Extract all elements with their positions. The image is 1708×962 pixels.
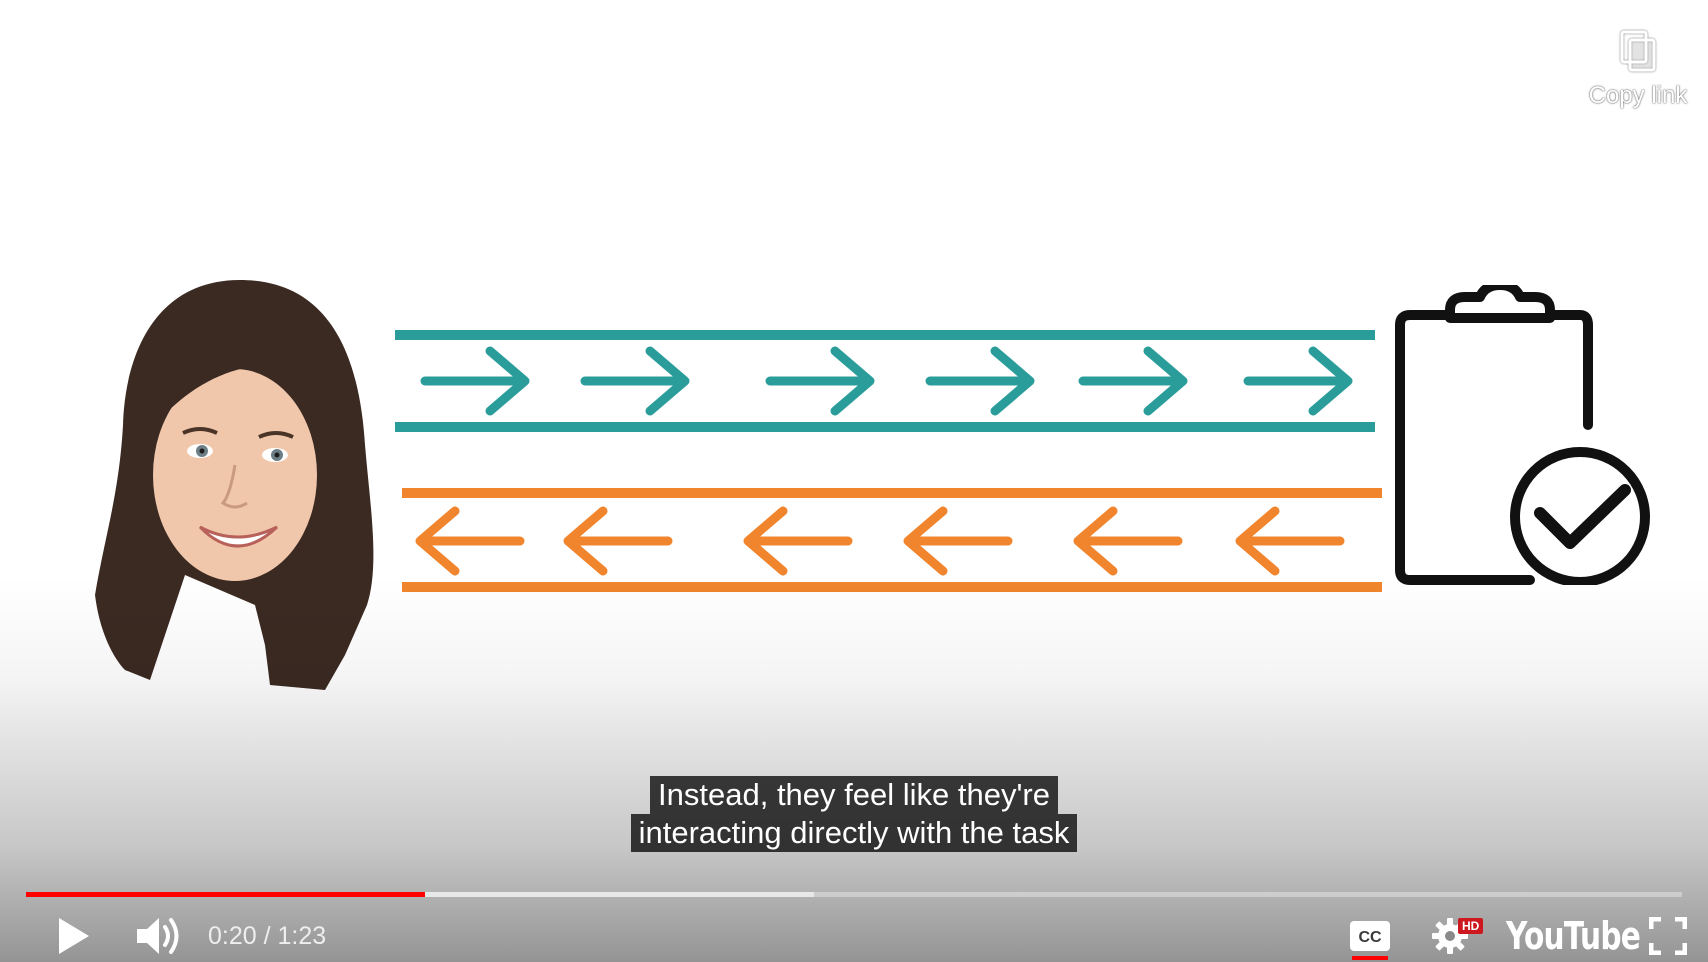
- video-player[interactable]: Copy link Instead, they feel like they'r…: [0, 0, 1708, 962]
- fullscreen-button[interactable]: [1644, 912, 1692, 960]
- left-arrow-icon: [415, 506, 525, 576]
- right-arrow-icon: [765, 346, 875, 416]
- left-arrow-icon: [903, 506, 1013, 576]
- svg-text:CC: CC: [1358, 929, 1382, 946]
- time-display: 0:20 / 1:23: [208, 920, 326, 952]
- bottom-lane-border-lower: [402, 582, 1382, 592]
- time-separator: /: [256, 922, 278, 950]
- cc-icon: CC: [1350, 921, 1390, 951]
- two-way-arrows-diagram: [395, 330, 1382, 592]
- caption-line-2: interacting directly with the task: [630, 814, 1078, 852]
- left-arrow-icon: [743, 506, 853, 576]
- copy-link-label: Copy link: [1588, 82, 1688, 109]
- top-lane-border-lower: [395, 422, 1375, 432]
- left-arrow-icon: [1235, 506, 1345, 576]
- presenter-avatar: [95, 280, 374, 690]
- copy-icon: [1620, 30, 1656, 72]
- copy-link-button[interactable]: Copy link: [1578, 28, 1698, 110]
- fullscreen-icon: [1649, 917, 1687, 955]
- caption-window: Instead, they feel like they're interact…: [0, 776, 1708, 852]
- right-arrow-icon: [925, 346, 1035, 416]
- bottom-lane-border-upper: [402, 488, 1382, 498]
- right-arrow-icon: [420, 346, 530, 416]
- play-icon: [59, 918, 89, 954]
- top-lane-border-upper: [395, 330, 1375, 340]
- right-arrow-icon: [1078, 346, 1188, 416]
- clipboard-check-icon: [1395, 285, 1650, 585]
- current-time: 0:20: [208, 922, 257, 950]
- volume-icon: [137, 918, 179, 954]
- caption-line-1: Instead, they feel like they're: [650, 776, 1058, 814]
- mute-button[interactable]: [130, 912, 188, 960]
- subtitles-button[interactable]: CC: [1346, 912, 1394, 960]
- left-arrow-icon: [1073, 506, 1183, 576]
- duration: 1:23: [277, 922, 327, 950]
- play-button[interactable]: [48, 912, 98, 960]
- left-arrow-icon: [563, 506, 673, 576]
- progress-bar[interactable]: [26, 892, 1682, 897]
- youtube-logo[interactable]: YouTube: [1506, 912, 1641, 960]
- hd-badge: HD: [1458, 918, 1484, 934]
- progress-played: [26, 892, 426, 897]
- right-arrow-icon: [580, 346, 690, 416]
- subtitles-active-indicator: [1352, 956, 1388, 960]
- right-arrow-icon: [1243, 346, 1353, 416]
